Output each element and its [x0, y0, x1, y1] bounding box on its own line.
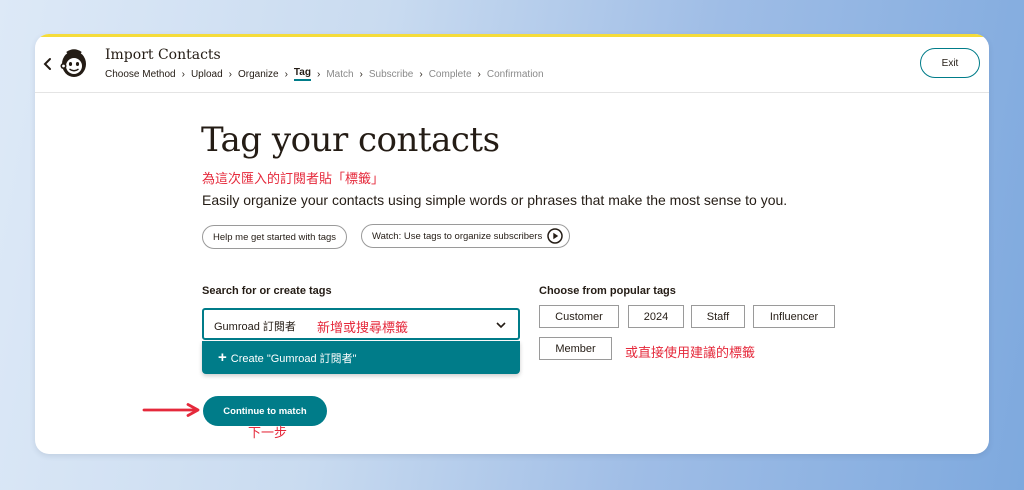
help-get-started-button[interactable]: Help me get started with tags [202, 225, 348, 249]
tag-chip-staff[interactable]: Staff [691, 305, 745, 328]
popular-tags-label: Choose from popular tags [539, 285, 676, 297]
breadcrumb-confirmation: Confirmation [486, 68, 544, 80]
breadcrumb-separator: › [477, 68, 481, 80]
breadcrumb-separator: › [359, 68, 363, 80]
chevron-down-icon[interactable] [496, 321, 506, 329]
page-title: Tag your contacts [201, 120, 500, 160]
breadcrumb-tag-current: Tag [293, 67, 311, 81]
app-title: Import Contacts [105, 47, 221, 63]
search-annotation: 新增或搜尋標籤 [317, 320, 409, 335]
create-tag-option[interactable]: + Create "Gumroad 訂閱者" [202, 341, 520, 374]
breadcrumb-separator: › [284, 68, 288, 80]
breadcrumb-upload[interactable]: Upload [191, 69, 223, 80]
breadcrumb: Choose Method › Upload › Organize › Tag … [105, 67, 544, 81]
exit-button[interactable]: Exit [920, 48, 980, 78]
plus-icon: + [218, 349, 227, 366]
breadcrumb-organize[interactable]: Organize [238, 69, 279, 80]
arrow-right-icon [142, 403, 200, 417]
breadcrumb-separator: › [228, 68, 232, 80]
import-card: Import Contacts Choose Method › Upload ›… [35, 34, 989, 454]
tag-search-value: Gumroad 訂閱者 [214, 321, 296, 333]
breadcrumb-separator: › [419, 68, 423, 80]
back-chevron-icon[interactable] [41, 55, 55, 73]
search-tags-label: Search for or create tags [202, 285, 332, 297]
page-subtitle: Easily organize your contacts using simp… [202, 192, 788, 208]
title-annotation: 為這次匯入的訂閱者貼「標籤」 [202, 171, 385, 186]
create-tag-label: Create "Gumroad 訂閱者" [230, 352, 357, 365]
watch-video-label: Watch: Use tags to organize subscribers [372, 230, 543, 242]
tag-chip-member[interactable]: Member [539, 337, 612, 360]
popular-annotation: 或直接使用建議的標籤 [625, 345, 756, 360]
mailchimp-logo-icon [60, 49, 86, 77]
tag-chip-customer[interactable]: Customer [539, 305, 619, 328]
breadcrumb-separator: › [316, 68, 321, 80]
breadcrumb-choose-method[interactable]: Choose Method [105, 69, 176, 80]
tag-chip-2024[interactable]: 2024 [628, 305, 684, 328]
watch-video-button[interactable]: Watch: Use tags to organize subscribers [361, 224, 571, 248]
breadcrumb-complete: Complete [428, 68, 472, 80]
tag-chip-influencer[interactable]: Influencer [753, 305, 835, 328]
play-icon [547, 228, 563, 244]
breadcrumb-match: Match [326, 68, 354, 80]
continue-annotation: 下一步 [248, 425, 288, 440]
breadcrumb-subscribe: Subscribe [368, 68, 414, 80]
top-bar: Import Contacts Choose Method › Upload ›… [35, 37, 989, 93]
breadcrumb-separator: › [181, 68, 185, 80]
